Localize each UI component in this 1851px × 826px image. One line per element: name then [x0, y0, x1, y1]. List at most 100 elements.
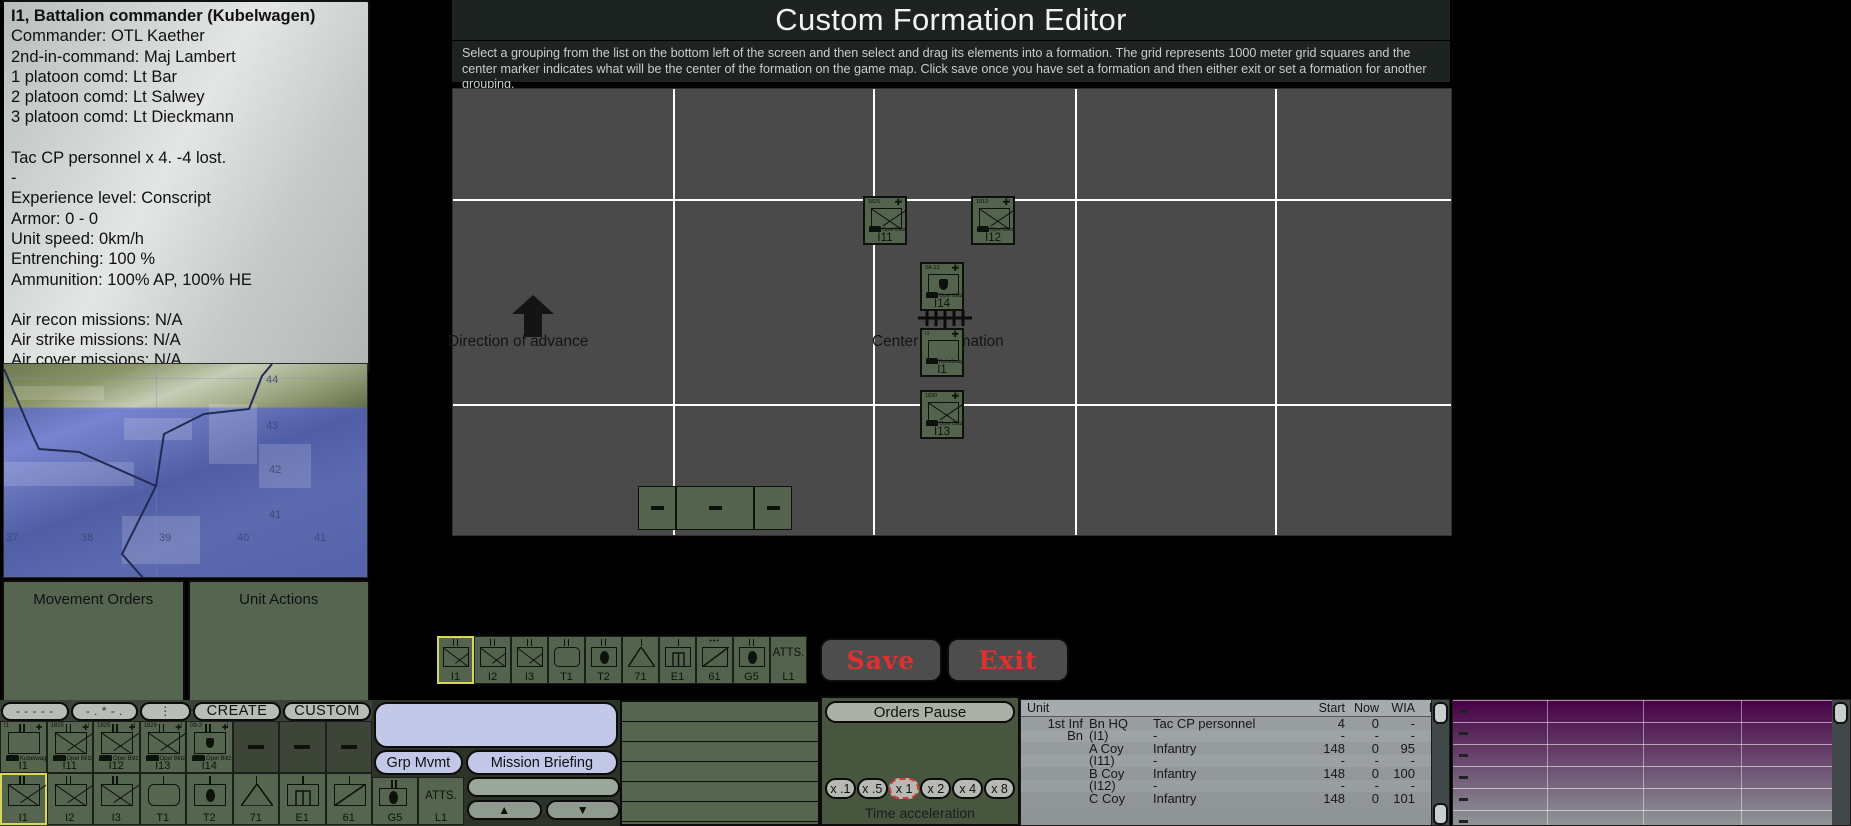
unit-flag-icon: ✚ — [221, 723, 229, 732]
group-slot[interactable] — [374, 702, 618, 748]
mid-lower-row: G5 ATTS. L1 ▲ ▼ — [372, 777, 620, 825]
direction-of-advance-label: Direction of advance — [448, 333, 589, 350]
grouping-unit-i11[interactable]: 1825 I ✚ Opel Blitz I11 — [46, 721, 93, 773]
time-accel-x2[interactable]: x 2 — [920, 778, 952, 799]
grouping-type-i2[interactable]: I2 — [46, 773, 93, 825]
marker-flag-icon: ✚ — [894, 197, 902, 207]
unit-actions-label: Unit Actions — [239, 591, 319, 608]
mission-briefing-button[interactable]: Mission Briefing — [465, 750, 618, 775]
movement-orders-panel[interactable]: Movement Orders — [2, 580, 185, 702]
toolbar-unit-61[interactable]: ••• 61 — [696, 636, 733, 684]
grouping-type-61[interactable]: 61 — [325, 773, 372, 825]
list-item[interactable] — [622, 742, 818, 762]
toolbar-unit-label: I1 — [450, 671, 461, 683]
marker-label: I12 — [985, 232, 1001, 244]
mid-bar[interactable] — [467, 777, 620, 797]
map-minimap[interactable]: 44 43 42 41 37 38 39 40 41 — [3, 363, 368, 578]
list-item[interactable] — [622, 762, 818, 782]
list-item[interactable] — [622, 782, 818, 802]
formation-marker-i13[interactable]: 1830 I ✚ Opel Blitz I13 — [920, 390, 964, 439]
toolbar-unit-l1[interactable]: ATTS. L1 — [770, 636, 807, 684]
orders-list-panel[interactable] — [620, 700, 820, 826]
cell-c1: Bn — [1067, 728, 1083, 744]
cell-c2: C Coy — [1089, 790, 1126, 806]
right-panel-scrollbar[interactable] — [1832, 700, 1850, 825]
list-item[interactable] — [622, 702, 818, 722]
tooltip-line: 2 platoon comd: Lt Salwey — [11, 88, 205, 107]
secondary-list-panel[interactable] — [1452, 699, 1851, 826]
grouping-unit-i12[interactable]: 1825 I ✚ Opel Blitz I12 — [93, 721, 140, 773]
toolbar-unit-71[interactable]: 71 — [622, 636, 659, 684]
formation-marker-i1[interactable]: I1✚KubelwagenI1 — [920, 328, 964, 377]
map-label: 44 — [266, 374, 279, 386]
cell-c5: 0 — [1371, 790, 1379, 806]
grouping-unit-i14[interactable]: 09-3 I ✚ Opel Blitz I14 — [186, 721, 233, 773]
formation-editor-header: Custom Formation Editor — [452, 0, 1450, 40]
save-button[interactable]: Save — [820, 638, 942, 682]
scroll-up-button[interactable]: ▲ — [467, 800, 542, 820]
toolbar-unit-i3[interactable]: I3 — [511, 636, 548, 684]
formation-marker-i12[interactable]: 1819 I ✚ Opel Blitz I12 — [971, 196, 1015, 245]
unit-table-scrollbar[interactable] — [1431, 700, 1449, 825]
formation-marker-i11[interactable]: 1825 I ✚ Opel Blitz I11 — [863, 196, 907, 245]
empty-slot[interactable] — [754, 486, 792, 530]
time-accel-x8[interactable]: x 8 — [984, 778, 1015, 799]
tooltip-line: Unit speed: 0km/h — [11, 229, 144, 248]
time-accel-x.5[interactable]: x .5 — [856, 778, 888, 799]
scroll-thumb[interactable] — [1833, 702, 1848, 724]
unit-label: T2 — [202, 812, 216, 824]
orders-pause-button[interactable]: Orders Pause — [825, 701, 1015, 723]
toolbar-unit-t2[interactable]: T2 — [585, 636, 622, 684]
mid-button-row: Grp Mvmt Mission Briefing — [374, 750, 618, 775]
toolbar-unit-label: E1 — [670, 671, 685, 683]
time-accel-x4[interactable]: x 4 — [952, 778, 984, 799]
grouping-empty-slot[interactable] — [279, 721, 326, 773]
grouping-type-t2[interactable]: T2 — [186, 773, 233, 825]
grouping-unit-i13[interactable]: 1829 I ✚ Opel Blitz I13 — [139, 721, 186, 773]
tooltip-line: 2nd-in-command: Maj Lambert — [11, 47, 236, 66]
grouping-type-71[interactable]: 71 — [232, 773, 279, 825]
time-acceleration-row: x .1 x .5 x 1x 2x 4x 8 — [825, 778, 1015, 799]
formation-marker-i14[interactable]: 0A-12 I ✚ Opel Blitz I14 — [920, 262, 964, 311]
table-row[interactable]: C CoyInfantry148010147 — [1021, 790, 1449, 806]
grouping-type-e1[interactable]: E1 — [279, 773, 326, 825]
exit-button[interactable]: Exit — [947, 638, 1069, 682]
time-accel-x.1[interactable]: x .1 — [825, 778, 856, 799]
grouping-unit-i1[interactable]: I1✚KubelwagenI1 — [0, 721, 47, 773]
grouping-empty-slot[interactable] — [325, 721, 372, 773]
unit-info-tooltip: I1, Battalion commander (Kubelwagen) Com… — [0, 0, 370, 373]
grouping-type-t1[interactable]: T1 — [139, 773, 186, 825]
toolbar-unit-g5[interactable]: G5 — [733, 636, 770, 684]
custom-button[interactable]: CUSTOM — [283, 701, 372, 721]
grouping-empty-slot[interactable] — [232, 721, 279, 773]
tooltip-body: Commander: OTL Kaether 2nd-in-command: Ma… — [11, 26, 360, 370]
unit-cell-l1[interactable]: ATTS. L1 — [418, 777, 464, 825]
unit-cell-g5[interactable]: G5 — [372, 777, 418, 825]
toolbar-unit-t1[interactable]: T1 — [548, 636, 585, 684]
toolbar-unit-e1[interactable]: E1 — [659, 636, 696, 684]
grouping-type-i1[interactable]: I1 — [0, 773, 47, 825]
scroll-down-button[interactable]: ▼ — [545, 800, 620, 820]
grouping-select-2[interactable]: - . * - . — [70, 701, 139, 721]
list-item[interactable] — [622, 722, 818, 742]
empty-slot[interactable] — [638, 486, 676, 530]
atts-label: ATTS. — [425, 790, 457, 802]
scroll-thumb-up[interactable] — [1433, 702, 1448, 724]
toolbar-unit-label: I2 — [487, 671, 498, 683]
toolbar-unit-i1[interactable]: I1 — [437, 636, 474, 684]
grouping-select-3[interactable]: ⋮ — [140, 701, 192, 721]
unit-actions-panel[interactable]: Unit Actions — [187, 580, 370, 702]
create-button[interactable]: CREATE — [193, 701, 282, 721]
table-body: 1st InfBn HQTac CP personnel40--Bn(I1)--… — [1021, 716, 1449, 806]
toolbar-unit-i2[interactable]: I2 — [474, 636, 511, 684]
unit-label: I13 — [155, 760, 171, 772]
scroll-thumb-down[interactable] — [1433, 803, 1448, 825]
grp-mvmt-button[interactable]: Grp Mvmt — [374, 750, 463, 775]
grouping-select-1[interactable]: - - - - - — [1, 701, 69, 721]
empty-slot[interactable] — [676, 486, 754, 530]
list-item[interactable] — [622, 802, 818, 822]
grouping-type-i3[interactable]: I3 — [93, 773, 140, 825]
app-root: I1, Battalion commander (Kubelwagen) Com… — [0, 0, 1851, 826]
unit-label: 61 — [342, 812, 355, 824]
time-accel-x1[interactable]: x 1 — [888, 778, 920, 799]
